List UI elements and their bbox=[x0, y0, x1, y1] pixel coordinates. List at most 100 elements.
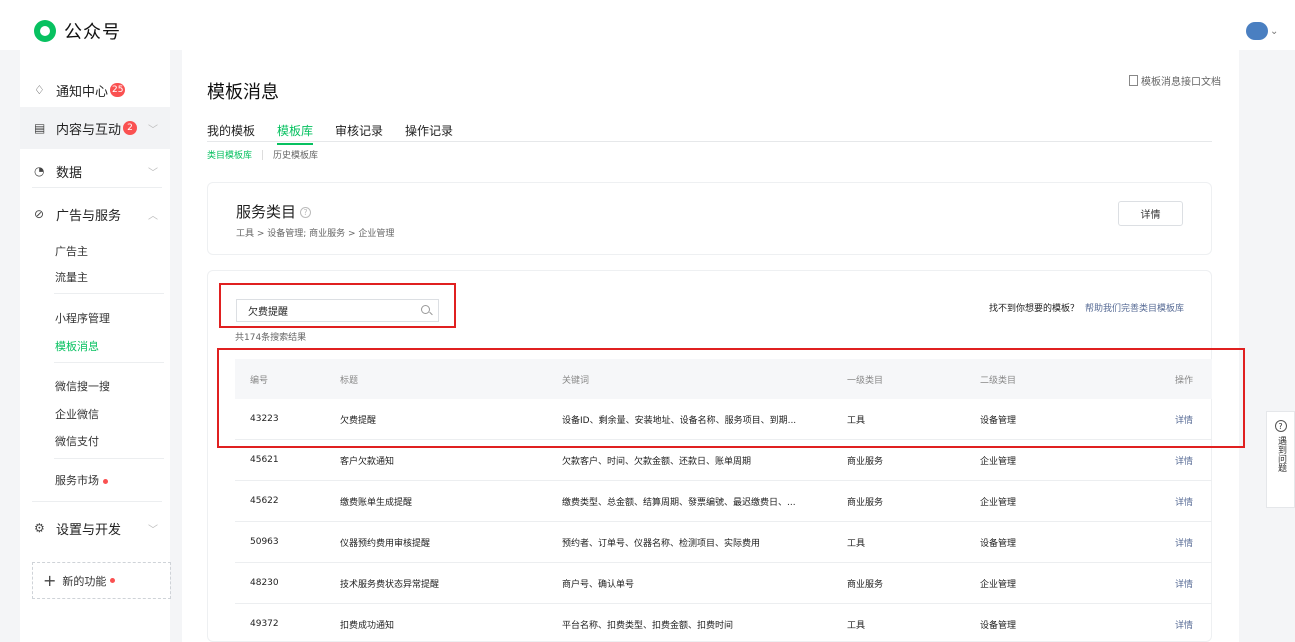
chevron-up-icon: ︿ bbox=[148, 210, 158, 222]
compass-icon: ⊘ bbox=[34, 207, 45, 221]
sidebar-divider bbox=[32, 187, 162, 188]
sidebar-item-template-message[interactable]: 模板消息 bbox=[55, 338, 99, 354]
cell-title: 仪器预约费用审核提醒 bbox=[340, 538, 431, 549]
subtab-history-library[interactable]: 历史模板库 bbox=[273, 148, 318, 161]
detail-button[interactable]: 详情 bbox=[1118, 201, 1183, 226]
header-keywords: 关键词 bbox=[562, 375, 590, 386]
sidebar-item-data[interactable]: ◔ 数据 ﹀ bbox=[20, 155, 170, 187]
cell-keywords: 商户号、确认单号 bbox=[562, 579, 635, 590]
sidebar-item-content[interactable]: ▤ 内容与互动 2 ﹀ bbox=[20, 107, 170, 149]
cell-id: 48230 bbox=[250, 578, 279, 588]
detail-link[interactable]: 详情 bbox=[1175, 604, 1205, 642]
chevron-down-icon: ﹀ bbox=[148, 124, 158, 136]
detail-link[interactable]: 详情 bbox=[1175, 563, 1205, 603]
table-row: 45621 客户欠款通知 欠款客户、时间、欠款金额、还款日、账单周期 商业服务 … bbox=[235, 440, 1212, 481]
service-category-path: 工具 > 设备管理; 商业服务 > 企业管理 bbox=[236, 229, 395, 239]
sidebar-item-miniprogram[interactable]: 小程序管理 bbox=[55, 310, 110, 326]
bell-icon: ♢ bbox=[34, 83, 45, 97]
table-row: 49372 扣费成功通知 平台名称、扣费类型、扣费金额、扣费时间 工具 设备管理… bbox=[235, 604, 1212, 642]
help-icon[interactable]: ? bbox=[300, 207, 312, 218]
search-input[interactable]: 欠费提醒 bbox=[236, 299, 439, 322]
detail-link[interactable]: 详情 bbox=[1175, 440, 1205, 480]
subtab-category-library[interactable]: 类目模板库 bbox=[207, 148, 252, 161]
subtab-bar: 类目模板库 历史模板库 bbox=[207, 148, 318, 161]
not-found-hint: 找不到你想要的模板？ 帮助我们完善类目模板库 bbox=[989, 301, 1184, 314]
app-name: 公众号 bbox=[64, 22, 121, 43]
main-content: 模板消息 模板消息接口文档 我的模板 模板库 审核记录 操作记录 类目模板库 历… bbox=[182, 50, 1245, 642]
sidebar-item-label: 服务市场 bbox=[55, 474, 99, 487]
file-icon bbox=[1129, 75, 1138, 86]
notification-badge: 25 bbox=[110, 83, 126, 97]
tab-divider bbox=[207, 141, 1212, 142]
cell-category-1: 工具 bbox=[847, 538, 866, 549]
header-category-1: 一级类目 bbox=[847, 375, 884, 386]
sidebar-item-label: 数据 bbox=[56, 165, 83, 181]
content-badge: 2 bbox=[123, 121, 138, 135]
subtab-separator bbox=[262, 149, 264, 160]
header-action: 操作 bbox=[1175, 375, 1194, 386]
sidebar-item-publisher[interactable]: 流量主 bbox=[55, 269, 88, 285]
header-category-2: 二级类目 bbox=[980, 375, 1017, 386]
header-id: 编号 bbox=[250, 375, 269, 386]
header-title: 标题 bbox=[340, 375, 359, 386]
cell-title: 欠费提醒 bbox=[340, 415, 377, 426]
sidebar-divider bbox=[54, 293, 164, 294]
cell-category-1: 商业服务 bbox=[847, 456, 884, 467]
sidebar-divider bbox=[32, 501, 162, 502]
sidebar-item-settings[interactable]: ⚙ 设置与开发 ﹀ bbox=[20, 512, 170, 544]
sidebar-item-work-wechat[interactable]: 企业微信 bbox=[55, 406, 99, 422]
improve-library-link[interactable]: 帮助我们完善类目模板库 bbox=[1085, 304, 1184, 314]
sidebar-divider bbox=[54, 362, 164, 363]
plus-icon: + bbox=[43, 571, 57, 590]
sidebar-item-search[interactable]: 微信搜一搜 bbox=[55, 378, 110, 394]
cell-category-2: 设备管理 bbox=[980, 538, 1017, 549]
sidebar-item-advertiser[interactable]: 广告主 bbox=[55, 243, 88, 259]
detail-link[interactable]: 详情 bbox=[1175, 522, 1205, 562]
top-bar: 公众号 ⌄ bbox=[0, 0, 1295, 50]
cell-keywords: 缴费类型、总金额、结算周期、發票编號、最迟缴费日、... bbox=[562, 497, 796, 508]
cell-category-1: 商业服务 bbox=[847, 579, 884, 590]
cell-keywords: 欠款客户、时间、欠款金额、还款日、账单周期 bbox=[562, 456, 752, 467]
sidebar-item-wechat-pay[interactable]: 微信支付 bbox=[55, 433, 99, 449]
cell-id: 45621 bbox=[250, 455, 279, 465]
avatar[interactable] bbox=[1246, 22, 1268, 40]
app-logo[interactable]: 公众号 bbox=[34, 18, 121, 44]
cell-title: 缴费账单生成提醒 bbox=[340, 497, 413, 508]
question-icon: ? bbox=[1274, 420, 1287, 432]
table-row: 45622 缴费账单生成提醒 缴费类型、总金额、结算周期、發票编號、最迟缴费日、… bbox=[235, 481, 1212, 522]
document-icon: ▤ bbox=[34, 121, 46, 135]
sidebar-item-service-market[interactable]: 服务市场 bbox=[55, 472, 108, 488]
not-found-text: 找不到你想要的模板？ bbox=[988, 304, 1079, 314]
search-icon[interactable] bbox=[421, 305, 430, 314]
detail-link[interactable]: 详情 bbox=[1175, 481, 1205, 521]
floating-help-button[interactable]: ? 遇到问题 bbox=[1266, 411, 1295, 508]
sidebar: ♢ 通知中心 25 ▤ 内容与互动 2 ﹀ ◔ 数据 ﹀ ⊘ 广告与服务 ︿ 广… bbox=[20, 50, 171, 642]
cell-category-1: 工具 bbox=[847, 620, 866, 631]
cell-keywords: 平台名称、扣费类型、扣费金额、扣费时间 bbox=[562, 620, 734, 631]
table-row: 48230 技术服务费状态异常提醒 商户号、确认单号 商业服务 企业管理 详情 bbox=[235, 563, 1212, 604]
cell-category-2: 企业管理 bbox=[980, 497, 1017, 508]
cell-id: 50963 bbox=[250, 537, 279, 547]
chevron-down-icon: ﹀ bbox=[148, 167, 158, 179]
chevron-down-icon[interactable]: ⌄ bbox=[1270, 26, 1278, 37]
sidebar-item-notifications[interactable]: ♢ 通知中心 25 bbox=[20, 74, 170, 106]
new-dot bbox=[110, 578, 116, 583]
api-doc-link[interactable]: 模板消息接口文档 bbox=[1129, 73, 1221, 88]
floating-help-label: 遇到问题 bbox=[1276, 436, 1286, 472]
sidebar-item-ads[interactable]: ⊘ 广告与服务 ︿ bbox=[20, 198, 170, 230]
template-table: 编号 标题 关键词 一级类目 二级类目 操作 43223 欠费提醒 设备ID、剩… bbox=[235, 359, 1212, 642]
cell-id: 49372 bbox=[250, 619, 279, 629]
sidebar-divider bbox=[54, 458, 164, 459]
cell-category-1: 商业服务 bbox=[847, 497, 884, 508]
detail-link[interactable]: 详情 bbox=[1175, 399, 1205, 439]
service-category-card: 服务类目? 工具 > 设备管理; 商业服务 > 企业管理 详情 bbox=[207, 182, 1212, 255]
new-features-label: 新的功能 bbox=[62, 574, 107, 588]
result-count: 共174条搜索结果 bbox=[235, 333, 307, 343]
new-dot bbox=[103, 478, 108, 484]
new-features-button[interactable]: + 新的功能 bbox=[32, 562, 171, 599]
cell-keywords: 设备ID、剩余量、安装地址、设备名称、服务项目、到期... bbox=[562, 415, 797, 426]
cell-title: 技术服务费状态异常提醒 bbox=[340, 579, 440, 590]
sidebar-item-label: 内容与互动 bbox=[56, 122, 122, 138]
cell-category-1: 工具 bbox=[847, 415, 866, 426]
cell-id: 45622 bbox=[250, 496, 279, 506]
